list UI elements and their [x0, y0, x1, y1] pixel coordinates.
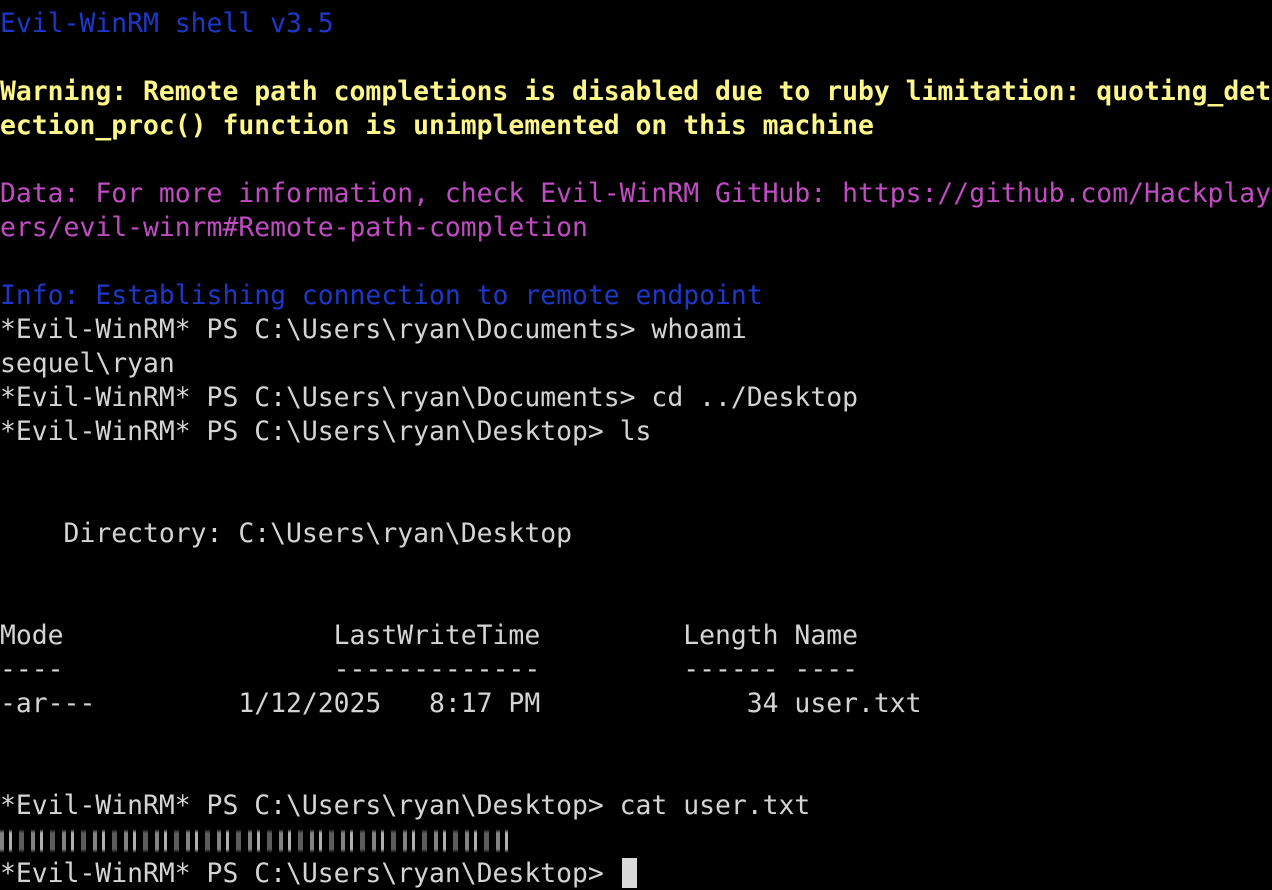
- terminal-window[interactable]: Evil-WinRM shell v3.5 Warning: Remote pa…: [0, 0, 1272, 890]
- output-whoami: sequel\ryan: [0, 348, 175, 379]
- active-prompt-line[interactable]: *Evil-WinRM* PS C:\Users\ryan\Desktop>: [0, 857, 1272, 890]
- table-header: Mode LastWriteTime Length Name: [0, 620, 858, 651]
- block-cursor-icon[interactable]: [621, 858, 637, 888]
- table-rule: ---- ------------- ------ ----: [0, 654, 858, 685]
- table-row: -ar--- 1/12/2025 8:17 PM 34 user.txt: [0, 688, 922, 719]
- warning-line-2: ection_proc() function is unimplemented …: [0, 110, 874, 141]
- data-line-1: Data: For more information, check Evil-W…: [0, 178, 1272, 209]
- redacted-flag: [0, 828, 512, 853]
- directory-heading: Directory: C:\Users\ryan\Desktop: [0, 518, 572, 549]
- prompt-cat: *Evil-WinRM* PS C:\Users\ryan\Desktop> c…: [0, 790, 811, 821]
- warning-line-1: Warning: Remote path completions is disa…: [0, 76, 1272, 107]
- prompt-ls: *Evil-WinRM* PS C:\Users\ryan\Desktop> l…: [0, 416, 652, 447]
- active-prompt: *Evil-WinRM* PS C:\Users\ryan\Desktop>: [0, 858, 620, 889]
- prompt-cd: *Evil-WinRM* PS C:\Users\ryan\Documents>…: [0, 382, 858, 413]
- data-line-2: ers/evil-winrm#Remote-path-completion: [0, 212, 588, 243]
- banner-line: Evil-WinRM shell v3.5: [0, 8, 334, 39]
- redacted-output-line: [0, 823, 1272, 857]
- prompt-whoami: *Evil-WinRM* PS C:\Users\ryan\Documents>…: [0, 314, 747, 345]
- info-line: Info: Establishing connection to remote …: [0, 280, 763, 311]
